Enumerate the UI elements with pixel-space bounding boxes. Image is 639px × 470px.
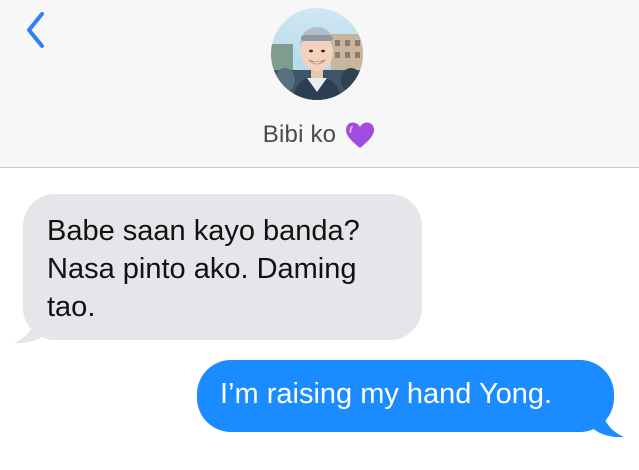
back-button[interactable] (18, 8, 62, 52)
contact-name-row[interactable]: Bibi ko (0, 117, 639, 153)
chevron-left-icon (27, 12, 44, 48)
contact-name: Bibi ko (262, 121, 337, 148)
conversation-header: Bibi ko (0, 0, 639, 168)
outgoing-message-text: I’m raising my hand Yong. (220, 378, 553, 410)
avatar[interactable] (271, 8, 363, 100)
avatar-photo (271, 8, 363, 100)
outgoing-message-bubble[interactable]: I’m raising my hand Yong. (197, 360, 614, 432)
incoming-message-text: Babe saan kayo banda? Nasa pinto ako. Da… (47, 215, 360, 323)
purple-heart-icon (346, 122, 375, 148)
incoming-message-bubble[interactable]: Babe saan kayo banda? Nasa pinto ako. Da… (23, 194, 422, 340)
